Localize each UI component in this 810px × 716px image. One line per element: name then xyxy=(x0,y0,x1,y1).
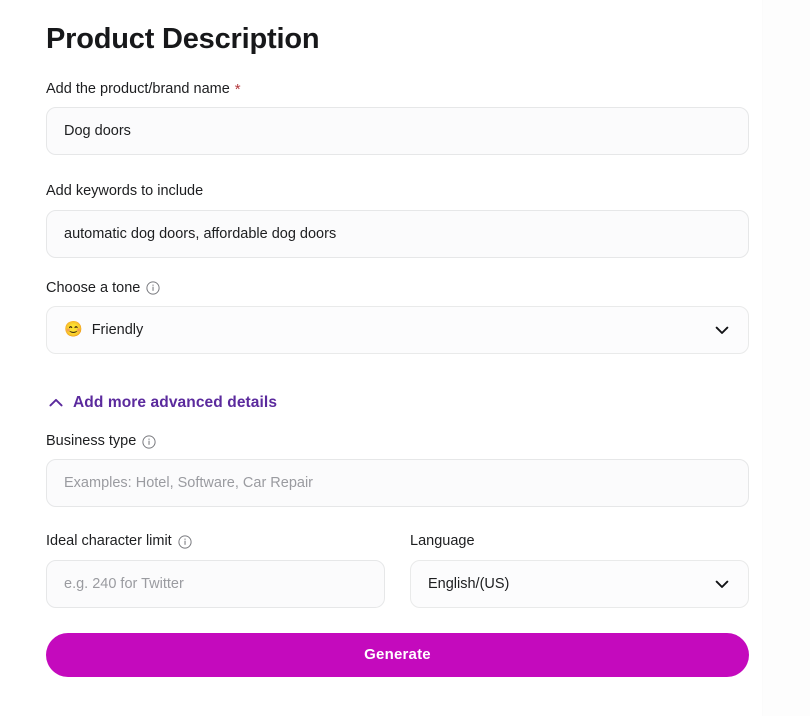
tone-label: Choose a tone xyxy=(46,280,749,297)
character-limit-label-text: Ideal character limit xyxy=(46,533,172,550)
keywords-label: Add keywords to include xyxy=(46,183,749,200)
info-circle-icon[interactable] xyxy=(178,535,192,549)
character-limit-label: Ideal character limit xyxy=(46,533,385,550)
product-name-input[interactable] xyxy=(46,107,749,156)
product-description-form-page: Product Description Add the product/bran… xyxy=(0,0,810,716)
tone-selected-value: Friendly xyxy=(91,321,144,338)
chevron-up-icon[interactable] xyxy=(46,393,66,413)
field-character-limit: Ideal character limit xyxy=(46,533,385,608)
business-type-label: Business type xyxy=(46,433,749,450)
business-type-label-text: Business type xyxy=(46,432,137,449)
keywords-label-text: Add keywords to include xyxy=(46,183,204,200)
character-limit-input[interactable] xyxy=(46,559,385,608)
language-select[interactable]: English/(US) xyxy=(410,559,749,608)
tone-select-box[interactable]: 😊 Friendly xyxy=(46,305,749,354)
right-edge-gutter xyxy=(762,0,810,716)
language-label: Language xyxy=(410,533,749,550)
tone-select[interactable]: 😊 Friendly xyxy=(46,305,749,354)
field-keywords: Add keywords to include xyxy=(46,183,749,258)
advanced-details-toggle[interactable]: Add more advanced details xyxy=(46,393,277,413)
chevron-down-icon[interactable] xyxy=(711,319,733,341)
required-asterisk: * xyxy=(234,80,241,98)
info-circle-icon[interactable] xyxy=(142,435,156,449)
page-title: Product Description xyxy=(46,23,320,55)
product-name-label: Add the product/brand name * xyxy=(46,81,749,98)
field-language: Language English/(US) xyxy=(410,533,749,608)
tone-label-text: Choose a tone xyxy=(46,279,141,296)
smiling-face-emoji-icon: 😊 xyxy=(64,321,83,339)
info-circle-icon[interactable] xyxy=(146,281,160,295)
field-product-name: Add the product/brand name * xyxy=(46,81,749,156)
form-container: Product Description Add the product/bran… xyxy=(46,0,749,677)
language-selected-value: English/(US) xyxy=(428,575,510,592)
language-select-box[interactable]: English/(US) xyxy=(410,559,749,608)
field-tone: Choose a tone 😊 Friendly xyxy=(46,280,749,354)
advanced-details-label: Add more advanced details xyxy=(73,393,278,411)
generate-button[interactable]: Generate xyxy=(46,632,749,677)
keywords-input[interactable] xyxy=(46,209,749,258)
chevron-down-icon[interactable] xyxy=(711,573,733,595)
field-business-type: Business type xyxy=(46,433,749,508)
language-label-text: Language xyxy=(410,533,475,550)
product-name-label-text: Add the product/brand name xyxy=(46,80,230,97)
advanced-row: Ideal character limit Language xyxy=(46,533,749,608)
business-type-input[interactable] xyxy=(46,459,749,508)
